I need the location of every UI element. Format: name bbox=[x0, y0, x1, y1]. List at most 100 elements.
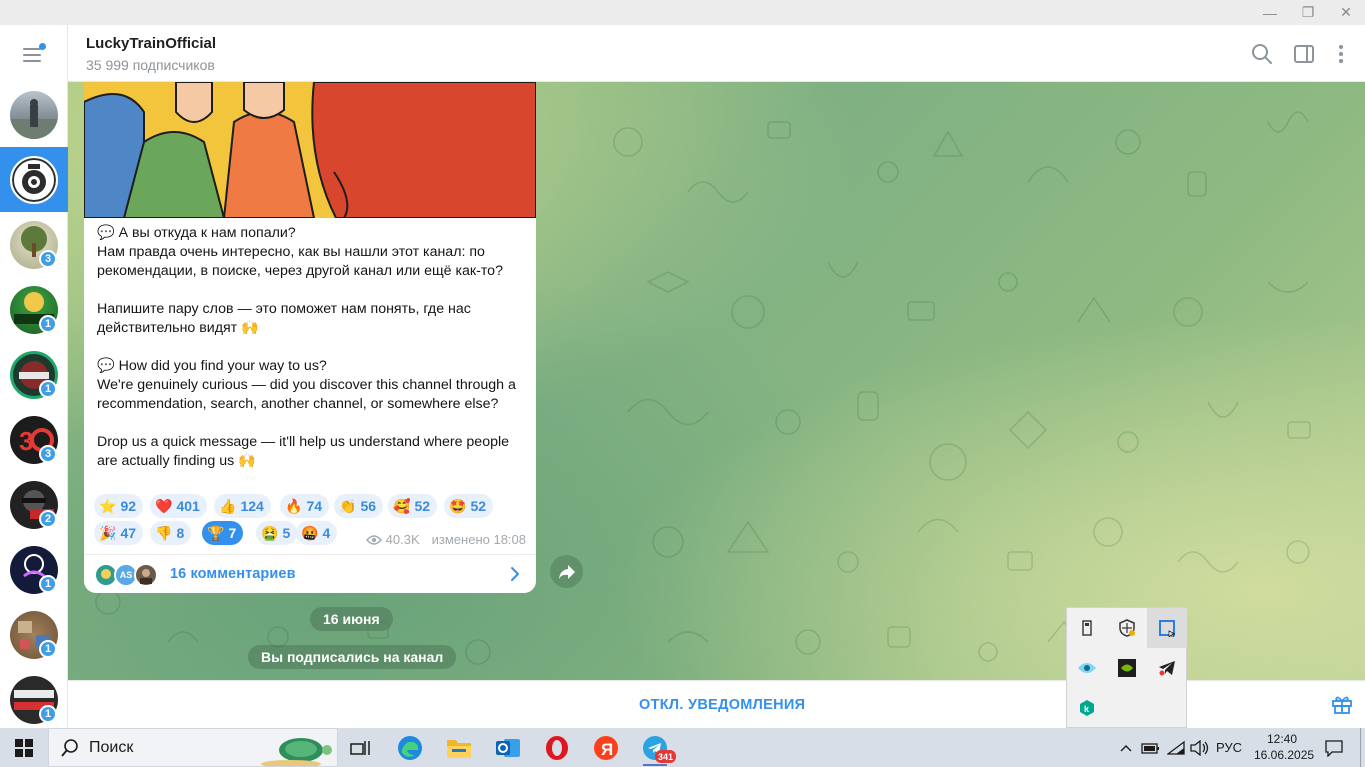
notifications-button[interactable] bbox=[1318, 728, 1350, 767]
more-menu-icon[interactable] bbox=[1329, 42, 1353, 66]
task-view-button[interactable] bbox=[336, 728, 384, 767]
channel-title[interactable]: LuckyTrainOfficial bbox=[86, 35, 216, 52]
usb-drive-icon[interactable] bbox=[1067, 608, 1107, 648]
reaction-emoji: 🏆 bbox=[207, 524, 225, 541]
reaction-chip-selected[interactable]: 🏆 7 bbox=[202, 521, 244, 545]
chat-item-10[interactable]: 1 bbox=[0, 667, 68, 732]
start-button[interactable] bbox=[0, 728, 48, 767]
reaction-emoji: 🤩 bbox=[449, 497, 467, 514]
avatar bbox=[10, 156, 58, 204]
reaction-count: 92 bbox=[120, 498, 137, 514]
gift-icon[interactable] bbox=[1331, 693, 1353, 715]
show-desktop-button[interactable] bbox=[1360, 728, 1365, 767]
outlook-icon bbox=[496, 738, 520, 757]
view-count: 40.3K bbox=[385, 532, 420, 547]
telegram-tray-icon[interactable] bbox=[1147, 648, 1187, 688]
unread-badge: 2 bbox=[39, 510, 58, 528]
taskbar-yandex[interactable]: Я bbox=[582, 728, 630, 767]
unread-badge: 3 bbox=[39, 250, 58, 268]
mute-notifications-button[interactable]: ОТКЛ. УВЕДОМЛЕНИЯ bbox=[639, 697, 805, 713]
main-menu-button[interactable] bbox=[20, 43, 48, 65]
reaction-chip[interactable]: ⭐ 92 bbox=[94, 494, 144, 518]
chat-messages-area[interactable]: 💬 А вы откуда к нам попали? Нам правда о… bbox=[68, 82, 1365, 680]
clock-time: 12:40 bbox=[1266, 732, 1298, 746]
channel-post[interactable]: 💬 А вы откуда к нам попали? Нам правда о… bbox=[84, 82, 536, 593]
kaspersky-icon[interactable]: k bbox=[1067, 688, 1107, 728]
speaker-icon bbox=[1190, 739, 1209, 756]
chat-item-luckytrain[interactable] bbox=[0, 147, 68, 212]
chat-item-3[interactable]: 3 bbox=[0, 212, 68, 277]
turtle-illustration-icon bbox=[261, 738, 332, 766]
reaction-chip[interactable]: 🔥 74 bbox=[280, 494, 330, 518]
search-icon[interactable] bbox=[1250, 42, 1274, 66]
chat-item-7[interactable]: 2 bbox=[0, 472, 68, 537]
minimize-button[interactable]: — bbox=[1251, 0, 1289, 25]
post-text: 💬 А вы откуда к нам попали? Нам правда о… bbox=[97, 224, 527, 471]
yandex-browser-icon: Я bbox=[594, 735, 618, 760]
window-title-bar: — ❐ ✕ bbox=[0, 0, 1365, 25]
restore-button[interactable]: ❐ bbox=[1289, 0, 1327, 25]
sidebar-toggle-icon[interactable] bbox=[1292, 42, 1316, 66]
post-paragraph: 💬 How did you find your way to us? We're… bbox=[97, 358, 516, 412]
system-clock[interactable]: 12:40 16.06.2025 bbox=[1254, 731, 1314, 763]
close-button[interactable]: ✕ bbox=[1327, 0, 1365, 25]
volume-control[interactable] bbox=[1188, 728, 1212, 767]
nvidia-icon[interactable] bbox=[1107, 648, 1147, 688]
reaction-chip[interactable]: 🤮 5 bbox=[256, 521, 298, 545]
security-shield-icon[interactable] bbox=[1107, 608, 1147, 648]
reaction-emoji: 🤬 bbox=[301, 524, 319, 541]
taskbar-file-explorer[interactable] bbox=[435, 728, 483, 767]
chevron-right-icon bbox=[511, 567, 519, 581]
reaction-chip[interactable]: 👎 8 bbox=[150, 521, 192, 545]
reaction-count: 8 bbox=[176, 525, 185, 541]
chat-item-9[interactable]: 1 bbox=[0, 602, 68, 667]
reaction-chip[interactable]: 🎉 47 bbox=[94, 521, 144, 545]
share-button[interactable] bbox=[550, 555, 583, 588]
app-window: — ❐ ✕ 3 1 1 3 3 2 1 1 1 LuckyTrainOffici… bbox=[0, 0, 1365, 767]
reaction-emoji: 🥰 bbox=[393, 497, 411, 514]
task-view-icon bbox=[350, 740, 370, 755]
svg-text:Я: Я bbox=[601, 740, 613, 759]
menu-notification-dot bbox=[39, 43, 46, 50]
comments-button[interactable]: AS 16 комментариев bbox=[84, 554, 536, 593]
eye-tray-icon[interactable] bbox=[1067, 648, 1107, 688]
taskbar-telegram[interactable]: 341 bbox=[631, 728, 679, 767]
post-paragraph: Drop us a quick message — it'll help us … bbox=[97, 434, 510, 469]
unread-badge: 1 bbox=[39, 380, 58, 398]
taskbar-outlook[interactable] bbox=[484, 728, 532, 767]
views-eye-icon bbox=[365, 534, 382, 545]
reaction-chip[interactable]: ❤️ 401 bbox=[150, 494, 207, 518]
taskbar-edge[interactable] bbox=[386, 728, 434, 767]
chat-item-8[interactable]: 1 bbox=[0, 537, 68, 602]
reaction-emoji: 👍 bbox=[219, 497, 237, 514]
snipping-tool-icon[interactable] bbox=[1147, 608, 1187, 648]
reaction-chip[interactable]: 👍 124 bbox=[214, 494, 271, 518]
reaction-chip[interactable]: 🥰 52 bbox=[388, 494, 438, 518]
reaction-emoji: 👎 bbox=[155, 524, 173, 541]
show-hidden-icons-button[interactable] bbox=[1114, 728, 1138, 767]
reaction-chip[interactable]: 👏 56 bbox=[334, 494, 384, 518]
network-status[interactable] bbox=[1164, 728, 1188, 767]
reaction-emoji: ❤️ bbox=[155, 497, 173, 514]
chat-item-6[interactable]: 3 3 bbox=[0, 407, 68, 472]
chat-item-5[interactable]: 1 bbox=[0, 342, 68, 407]
reaction-count: 52 bbox=[470, 498, 487, 514]
reaction-count: 74 bbox=[306, 498, 323, 514]
taskbar-search-box[interactable]: Поиск bbox=[48, 728, 338, 767]
chat-folder-sidebar: 3 1 1 3 3 2 1 1 1 bbox=[0, 25, 68, 728]
reaction-chip[interactable]: 🤩 52 bbox=[444, 494, 494, 518]
battery-status[interactable] bbox=[1139, 728, 1163, 767]
unread-badge: 3 bbox=[39, 445, 58, 463]
reaction-count: 4 bbox=[322, 525, 331, 541]
chat-item-1[interactable] bbox=[0, 82, 68, 147]
comments-count-label: 16 комментариев bbox=[170, 566, 296, 582]
unread-badge: 1 bbox=[39, 640, 58, 658]
taskbar-opera[interactable] bbox=[533, 728, 581, 767]
chat-item-4[interactable]: 1 bbox=[0, 277, 68, 342]
reaction-chip[interactable]: 🤬 4 bbox=[296, 521, 338, 545]
post-image[interactable] bbox=[84, 82, 536, 218]
unread-badge: 1 bbox=[39, 315, 58, 333]
search-placeholder: Поиск bbox=[89, 739, 134, 756]
reaction-count: 56 bbox=[360, 498, 377, 514]
input-language[interactable]: РУС bbox=[1212, 728, 1246, 767]
